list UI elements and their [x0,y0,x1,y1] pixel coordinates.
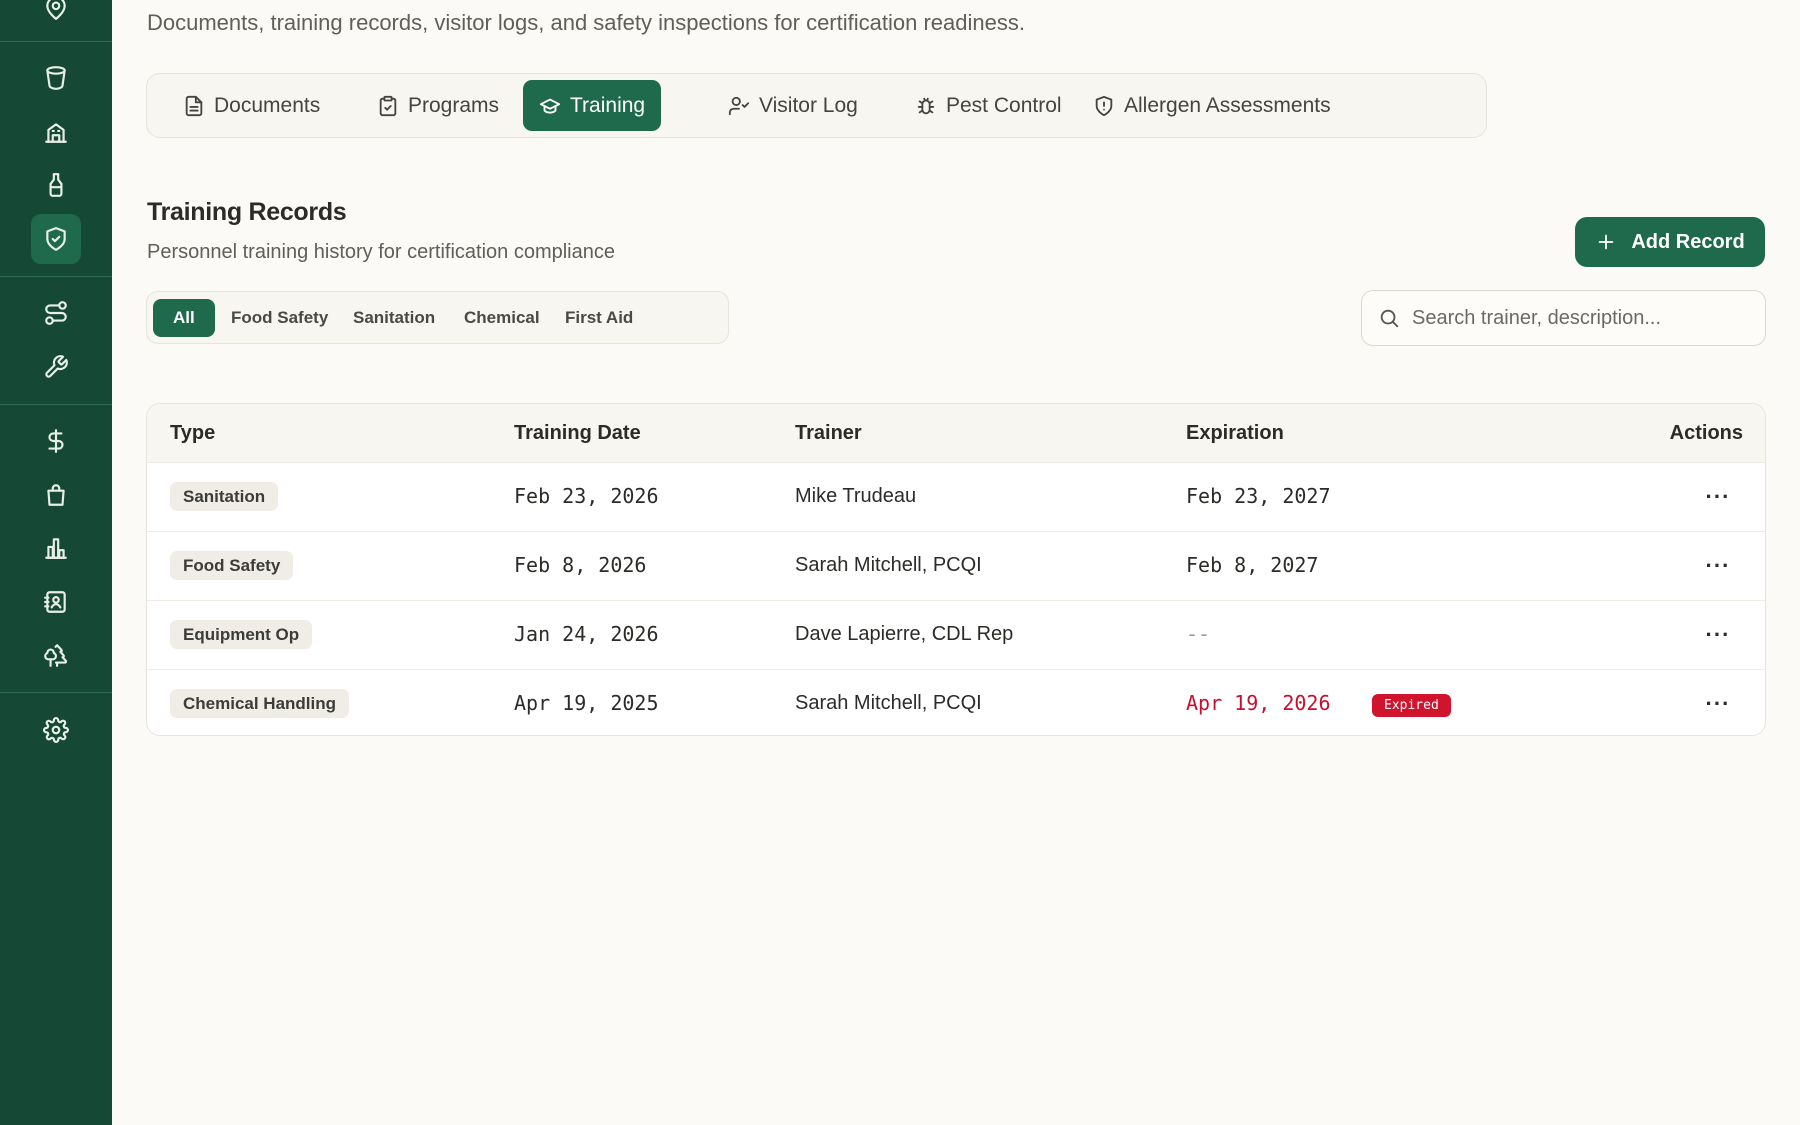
tab-programs[interactable]: Programs [361,80,515,131]
building-icon[interactable] [31,107,81,157]
tab-visitor-log[interactable]: Visitor Log [712,80,874,131]
type-badge: Equipment Op [170,620,313,649]
tab-documents[interactable]: Documents [167,80,336,131]
training-date: Apr 19, 2025 [514,691,659,715]
clipboard-icon [379,95,397,116]
expiration-date: Feb 23, 2027 [1186,484,1331,508]
user-check-icon [728,96,750,115]
header-trainer[interactable]: Trainer [795,422,862,445]
trees-icon[interactable] [31,630,81,680]
tab-label: Visitor Log [759,93,858,117]
filter-first-aid[interactable]: First Aid [543,299,655,337]
type-badge: Sanitation [170,482,279,511]
tab-label: Documents [214,93,321,117]
route-icon[interactable] [31,288,81,338]
trainer-name: Mike Trudeau [795,485,917,507]
sidebar [0,0,112,1125]
bottle-icon[interactable] [31,160,81,210]
table-row[interactable]: Sanitation Feb 23, 2026 Mike Trudeau Feb… [147,462,1765,531]
trainer-name: Dave Lapierre, CDL Rep [795,623,1014,645]
cup-icon[interactable] [31,53,81,103]
filter-food-safety[interactable]: Food Safety [209,299,350,337]
table-row[interactable]: Food Safety Feb 8, 2026 Sarah Mitchell, … [147,531,1765,600]
add-record-label: Add Record [1631,230,1745,253]
add-record-button[interactable]: Add Record [1575,217,1765,267]
expiration-date: Feb 8, 2027 [1186,553,1319,577]
expiration-date: -- [1186,622,1211,646]
tab-label: Allergen Assessments [1124,93,1331,117]
table-row[interactable]: Equipment Op Jan 24, 2026 Dave Lapierre,… [147,600,1765,669]
sidebar-divider [0,41,112,42]
dollar-icon[interactable] [31,416,81,466]
bar-chart-icon[interactable] [31,523,81,573]
sidebar-divider [0,276,112,277]
wrench-icon[interactable] [31,342,81,392]
category-filter: All Food Safety Sanitation Chemical Firs… [146,291,729,344]
more-actions-icon[interactable]: ··· [1703,484,1733,510]
filter-all[interactable]: All [153,299,215,337]
section-description: Personnel training history for certifica… [147,241,615,263]
contacts-book-icon[interactable] [31,577,81,627]
main-content: Documents, training records, visitor log… [112,0,1800,1125]
expired-badge: Expired [1372,694,1451,717]
tab-label: Programs [408,93,500,117]
bug-icon [917,97,935,114]
tab-label: Pest Control [946,93,1062,117]
header-actions: Actions [1669,422,1743,444]
location-icon[interactable] [31,0,81,33]
type-badge: Food Safety [170,551,294,580]
section-title: Training Records [147,198,347,226]
training-date: Feb 8, 2026 [514,553,647,577]
expiration-date: Apr 19, 2026 [1186,691,1331,715]
filter-sanitation[interactable]: Sanitation [331,299,457,337]
shield-alert-icon [1095,95,1113,116]
graduation-cap-icon [539,98,561,114]
page-subtitle: Documents, training records, visitor log… [147,10,1025,35]
more-actions-icon[interactable]: ··· [1703,553,1733,579]
sidebar-divider [0,692,112,693]
training-records-table: Type Training Date Trainer Expiration Ac… [146,403,1766,736]
more-actions-icon[interactable]: ··· [1703,622,1733,648]
sidebar-divider [0,404,112,405]
training-date: Jan 24, 2026 [514,622,659,646]
trainer-name: Sarah Mitchell, PCQI [795,554,982,576]
search-icon [1380,309,1399,328]
tab-bar: Documents Programs Training Visitor Log … [146,73,1487,138]
type-badge: Chemical Handling [170,689,350,718]
more-actions-icon[interactable]: ··· [1703,691,1733,717]
header-training-date[interactable]: Training Date [514,422,641,445]
tab-training[interactable]: Training [523,80,662,131]
table-row[interactable]: Chemical Handling Apr 19, 2025 Sarah Mit… [147,669,1765,735]
plus-icon [1598,234,1614,250]
shield-icon[interactable] [31,214,81,264]
shopping-bag-icon[interactable] [31,470,81,520]
search-input[interactable] [1412,306,1742,330]
settings-gear-icon[interactable] [31,705,81,755]
header-expiration[interactable]: Expiration [1186,422,1284,445]
trainer-name: Sarah Mitchell, PCQI [795,692,982,714]
header-type[interactable]: Type [170,422,215,445]
tab-pest-control[interactable]: Pest Control [899,80,1078,131]
tab-allergen-assessments[interactable]: Allergen Assessments [1077,80,1347,131]
tab-label: Training [570,93,646,117]
search-box[interactable] [1361,290,1766,346]
table-header: Type Training Date Trainer Expiration Ac… [147,404,1765,462]
training-date: Feb 23, 2026 [514,484,659,508]
document-icon [185,95,203,116]
